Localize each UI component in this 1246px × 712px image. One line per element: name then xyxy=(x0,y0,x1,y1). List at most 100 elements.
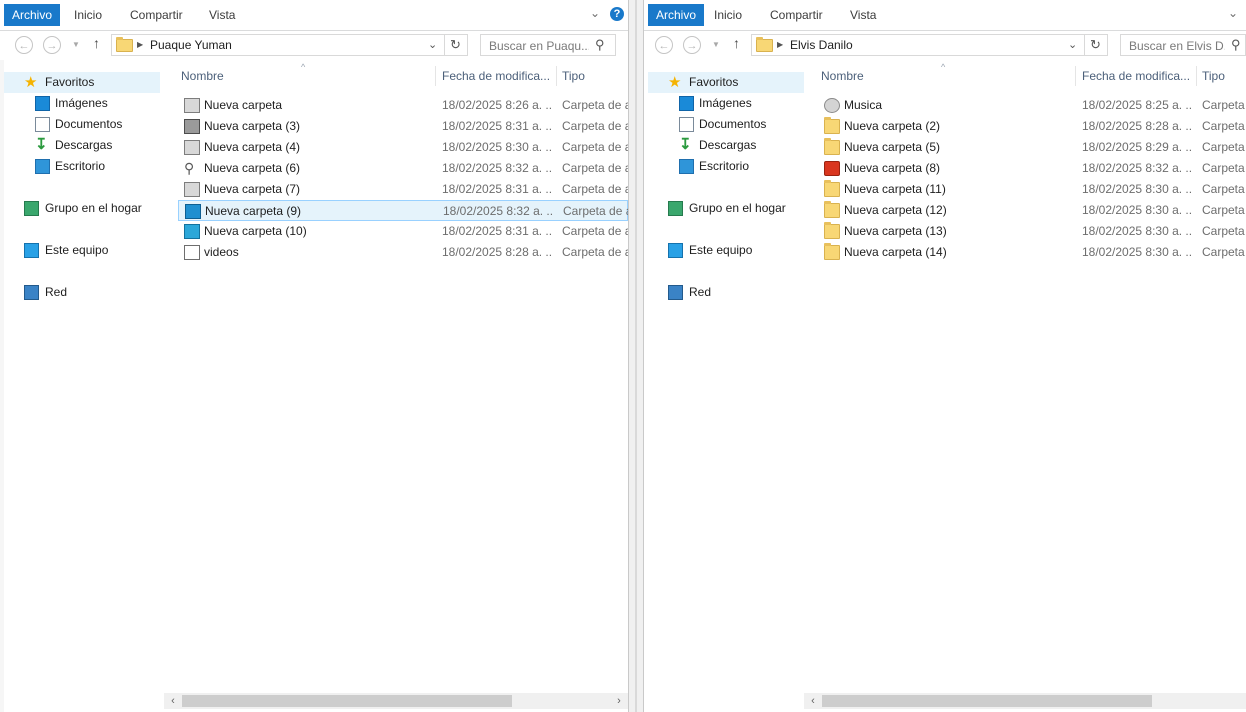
sidebar-item-favorites[interactable]: ★ Favoritos xyxy=(648,72,804,93)
horizontal-scrollbar[interactable]: ‹ xyxy=(804,693,1246,709)
sidebar-item-documents[interactable]: Documentos xyxy=(4,114,160,135)
sidebar-item-pictures[interactable]: Imágenes xyxy=(648,93,804,114)
window-divider[interactable] xyxy=(628,0,644,712)
sidebar-item-downloads[interactable]: ↧ Descargas xyxy=(4,135,160,156)
sort-ascending-icon: ^ xyxy=(941,62,946,72)
sidebar-item-this-pc[interactable]: Este equipo xyxy=(4,240,160,261)
address-bar[interactable]: ▶ Puaque Yuman ⌄ ↻ xyxy=(111,34,468,56)
printer-icon xyxy=(184,119,200,134)
table-row[interactable]: Nueva carpeta (12) 18/02/2025 8:30 a. ...… xyxy=(818,200,1246,221)
scroll-left-arrow-icon[interactable]: ‹ xyxy=(806,694,820,708)
tab-share[interactable]: Compartir xyxy=(762,4,831,26)
up-arrow-icon[interactable]: ↑ xyxy=(733,35,740,51)
table-row[interactable]: Nueva carpeta (11) 18/02/2025 8:30 a. ...… xyxy=(818,179,1246,200)
sidebar-item-this-pc[interactable]: Este equipo xyxy=(648,240,804,261)
network-icon xyxy=(24,285,39,300)
scroll-left-arrow-icon[interactable]: ‹ xyxy=(166,694,180,708)
sidebar-item-favorites[interactable]: ★ Favoritos xyxy=(4,72,160,93)
sidebar-item-pictures[interactable]: Imágenes xyxy=(4,93,160,114)
refresh-icon[interactable]: ↻ xyxy=(450,37,461,53)
sidebar-item-documents[interactable]: Documentos xyxy=(648,114,804,135)
table-row[interactable]: Musica 18/02/2025 8:25 a. ... Carpeta xyxy=(818,95,1246,116)
table-row[interactable]: Nueva carpeta (14) 18/02/2025 8:30 a. ...… xyxy=(818,242,1246,263)
tab-file[interactable]: Archivo xyxy=(648,4,705,26)
column-header-date[interactable]: Fecha de modifica... xyxy=(1082,69,1190,83)
address-dropdown-chevron-icon[interactable]: ⌄ xyxy=(1068,38,1077,51)
tab-view[interactable]: Vista xyxy=(842,4,884,26)
breadcrumb-chevron-icon[interactable]: ▶ xyxy=(137,39,143,51)
table-row[interactable]: Nueva carpeta (8) 18/02/2025 8:32 a. ... C… xyxy=(818,158,1246,179)
expand-ribbon-chevron-icon[interactable]: ⌄ xyxy=(1226,6,1240,20)
address-dropdown-chevron-icon[interactable]: ⌄ xyxy=(428,38,437,51)
column-header-name[interactable]: Nombre xyxy=(821,69,864,83)
column-header-type[interactable]: Tipo xyxy=(1202,69,1225,83)
recent-locations-chevron-icon[interactable]: ▼ xyxy=(712,40,720,49)
table-row[interactable]: Nueva carpeta (3) 18/02/2025 8:31 a. ... C… xyxy=(178,116,628,137)
file-name: Nueva carpeta (12) xyxy=(844,203,947,217)
table-row[interactable]: videos 18/02/2025 8:28 a. ... Carpeta de a xyxy=(178,242,628,263)
breadcrumb-current[interactable]: Elvis Danilo xyxy=(790,38,853,52)
help-icon[interactable]: ? xyxy=(610,7,624,21)
sidebar-item-label: Imágenes xyxy=(699,96,752,110)
address-divider xyxy=(444,35,445,55)
tab-file[interactable]: Archivo xyxy=(4,4,61,26)
expand-ribbon-chevron-icon[interactable]: ⌄ xyxy=(588,6,602,20)
sidebar-item-network[interactable]: Red xyxy=(648,282,804,303)
forward-arrow-icon[interactable]: → xyxy=(683,36,701,54)
tab-home[interactable]: Inicio xyxy=(66,4,110,26)
tab-share[interactable]: Compartir xyxy=(122,4,191,26)
file-date: 18/02/2025 8:32 a. ... xyxy=(443,204,553,218)
table-row[interactable]: Nueva carpeta (2) 18/02/2025 8:28 a. ... C… xyxy=(818,116,1246,137)
tab-view[interactable]: Vista xyxy=(201,4,243,26)
table-row[interactable]: Nueva carpeta (5) 18/02/2025 8:29 a. ... C… xyxy=(818,137,1246,158)
back-arrow-icon[interactable]: ← xyxy=(15,36,33,54)
search-box[interactable]: Buscar en Elvis D... ⚲ xyxy=(1120,34,1246,56)
up-arrow-icon[interactable]: ↑ xyxy=(93,35,100,51)
file-date: 18/02/2025 8:26 a. ... xyxy=(442,98,552,112)
sidebar-item-label: Descargas xyxy=(699,138,757,152)
table-row[interactable]: Nueva carpeta (7) 18/02/2025 8:31 a. ... C… xyxy=(178,179,628,200)
file-date: 18/02/2025 8:28 a. ... xyxy=(442,245,552,259)
scrollbar-thumb[interactable] xyxy=(822,695,1152,707)
search-icon[interactable]: ⚲ xyxy=(595,37,605,53)
tab-home[interactable]: Inicio xyxy=(706,4,750,26)
table-row[interactable]: Nueva carpeta (10) 18/02/2025 8:31 a. ...… xyxy=(178,221,628,242)
file-icon xyxy=(184,245,200,260)
breadcrumb-current[interactable]: Puaque Yuman xyxy=(150,38,232,52)
file-list: ^ Nombre Fecha de modifica... Tipo Nueva… xyxy=(176,62,628,712)
forward-arrow-icon[interactable]: → xyxy=(43,36,61,54)
horizontal-scrollbar[interactable]: ‹ › xyxy=(164,693,628,709)
search-box[interactable]: Buscar en Puaqu... ⚲ xyxy=(480,34,616,56)
sidebar-item-desktop[interactable]: Escritorio xyxy=(4,156,160,177)
folder-icon xyxy=(116,37,133,52)
sidebar-item-homegroup[interactable]: Grupo en el hogar xyxy=(4,198,160,219)
scrollbar-thumb[interactable] xyxy=(182,695,512,707)
sidebar-item-homegroup[interactable]: Grupo en el hogar xyxy=(648,198,804,219)
table-row[interactable]: Nueva carpeta (9) 18/02/2025 8:32 a. ... C… xyxy=(178,200,628,221)
column-divider[interactable] xyxy=(556,66,557,86)
column-header-type[interactable]: Tipo xyxy=(562,69,585,83)
column-divider[interactable] xyxy=(1196,66,1197,86)
table-row[interactable]: Nueva carpeta 18/02/2025 8:26 a. ... Carpe… xyxy=(178,95,628,116)
sidebar-item-desktop[interactable]: Escritorio xyxy=(648,156,804,177)
recent-locations-chevron-icon[interactable]: ▼ xyxy=(72,40,80,49)
refresh-icon[interactable]: ↻ xyxy=(1090,37,1101,53)
file-date: 18/02/2025 8:31 a. ... xyxy=(442,119,552,133)
sidebar-item-downloads[interactable]: ↧ Descargas xyxy=(648,135,804,156)
column-divider[interactable] xyxy=(435,66,436,86)
sidebar-item-label: Escritorio xyxy=(699,159,750,173)
computer-icon xyxy=(24,243,39,258)
scroll-right-arrow-icon[interactable]: › xyxy=(612,694,626,708)
breadcrumb-chevron-icon[interactable]: ▶ xyxy=(777,39,783,51)
sidebar-item-network[interactable]: Red xyxy=(4,282,160,303)
folder-icon xyxy=(824,201,840,218)
column-divider[interactable] xyxy=(1075,66,1076,86)
table-row[interactable]: ⚲ Nueva carpeta (6) 18/02/2025 8:32 a. ...… xyxy=(178,158,628,179)
back-arrow-icon[interactable]: ← xyxy=(655,36,673,54)
search-icon[interactable]: ⚲ xyxy=(1231,37,1241,53)
table-row[interactable]: Nueva carpeta (13) 18/02/2025 8:30 a. ...… xyxy=(818,221,1246,242)
address-bar[interactable]: ▶ Elvis Danilo ⌄ ↻ xyxy=(751,34,1108,56)
column-header-name[interactable]: Nombre xyxy=(181,69,224,83)
column-header-date[interactable]: Fecha de modifica... xyxy=(442,69,550,83)
table-row[interactable]: Nueva carpeta (4) 18/02/2025 8:30 a. ... C… xyxy=(178,137,628,158)
